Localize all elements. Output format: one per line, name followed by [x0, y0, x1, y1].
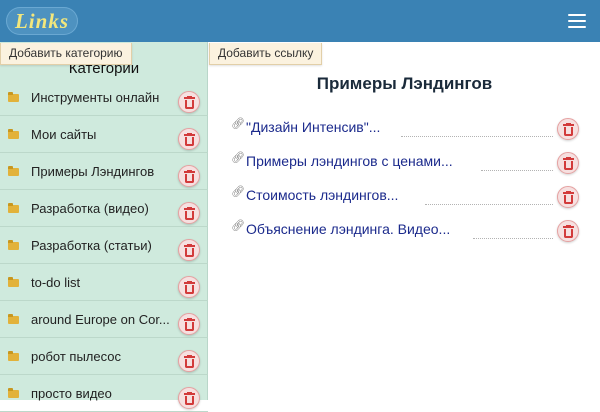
link-separator [473, 238, 553, 239]
folder-icon [8, 129, 19, 139]
category-item[interactable]: to-do list [0, 264, 208, 301]
category-label: Инструменты онлайн [31, 90, 160, 105]
hamburger-menu-icon[interactable] [566, 12, 588, 30]
category-item[interactable]: around Europe on Cor... [0, 301, 208, 338]
delete-link-button[interactable] [557, 118, 579, 140]
delete-category-button[interactable] [178, 350, 200, 372]
category-list: Инструменты онлайн Мои сайты Примеры Лэн… [0, 79, 208, 412]
category-label: Примеры Лэндингов [31, 164, 155, 179]
trash-icon [184, 392, 195, 405]
category-label: просто видео [31, 386, 112, 401]
trash-icon [563, 191, 574, 204]
category-label: around Europe on Cor... [31, 312, 170, 327]
trash-icon [184, 207, 195, 220]
trash-icon [184, 133, 195, 146]
chain-link-icon: 🔗︎ [231, 186, 245, 198]
delete-link-button[interactable] [557, 186, 579, 208]
delete-category-button[interactable] [178, 128, 200, 150]
add-link-button[interactable]: Добавить ссылку [209, 43, 323, 65]
app-logo[interactable]: Links [6, 7, 78, 35]
category-label: Разработка (видео) [31, 201, 149, 216]
link-title[interactable]: Объяснение лэндинга. Видео... [246, 221, 450, 237]
folder-icon [8, 166, 19, 176]
trash-icon [184, 170, 195, 183]
link-item: 🔗︎ Примеры лэндингов с ценами... [209, 146, 600, 180]
delete-category-button[interactable] [178, 276, 200, 298]
folder-icon [8, 92, 19, 102]
delete-category-button[interactable] [178, 165, 200, 187]
link-item: 🔗︎ "Дизайн Интенсив"... [209, 112, 600, 146]
category-item[interactable]: просто видео [0, 375, 208, 412]
trash-icon [563, 157, 574, 170]
category-label: Мои сайты [31, 127, 97, 142]
category-item[interactable]: Мои сайты [0, 116, 208, 153]
category-label: to-do list [31, 275, 81, 290]
folder-icon [8, 351, 19, 361]
folder-icon [8, 277, 19, 287]
trash-icon [184, 281, 195, 294]
links-panel: Примеры Лэндингов 🔗︎ "Дизайн Интенсив"..… [209, 42, 600, 400]
chain-link-icon: 🔗︎ [231, 152, 245, 164]
chain-link-icon: 🔗︎ [231, 118, 245, 130]
add-category-button[interactable]: Добавить категорию [0, 43, 132, 65]
chain-link-icon: 🔗︎ [231, 220, 245, 232]
delete-link-button[interactable] [557, 152, 579, 174]
delete-link-button[interactable] [557, 220, 579, 242]
folder-icon [8, 314, 19, 324]
trash-icon [563, 123, 574, 136]
trash-icon [563, 225, 574, 238]
category-item[interactable]: Разработка (статьи) [0, 227, 208, 264]
category-label: Разработка (статьи) [31, 238, 152, 253]
link-title[interactable]: Примеры лэндингов с ценами... [246, 153, 453, 169]
category-item[interactable]: Инструменты онлайн [0, 79, 208, 116]
page-title: Примеры Лэндингов [316, 74, 493, 93]
link-item: 🔗︎ Стоимость лэндингов... [209, 180, 600, 214]
delete-category-button[interactable] [178, 387, 200, 409]
trash-icon [184, 96, 195, 109]
folder-icon [8, 240, 19, 250]
trash-icon [184, 318, 195, 331]
link-title[interactable]: Стоимость лэндингов... [246, 187, 398, 203]
link-separator [401, 136, 553, 137]
category-label: робот пылесос [31, 349, 121, 364]
link-separator [425, 204, 553, 205]
link-title[interactable]: "Дизайн Интенсив"... [246, 119, 380, 135]
app-header: Links [0, 0, 600, 42]
delete-category-button[interactable] [178, 313, 200, 335]
folder-icon [8, 388, 19, 398]
delete-category-button[interactable] [178, 91, 200, 113]
category-item[interactable]: Примеры Лэндингов [0, 153, 208, 190]
link-separator [481, 170, 553, 171]
trash-icon [184, 244, 195, 257]
link-item: 🔗︎ Объяснение лэндинга. Видео... [209, 214, 600, 248]
delete-category-button[interactable] [178, 239, 200, 261]
category-item[interactable]: робот пылесос [0, 338, 208, 375]
categories-sidebar: Инструменты онлайн Мои сайты Примеры Лэн… [0, 42, 208, 412]
delete-category-button[interactable] [178, 202, 200, 224]
trash-icon [184, 355, 195, 368]
category-item[interactable]: Разработка (видео) [0, 190, 208, 227]
folder-icon [8, 203, 19, 213]
